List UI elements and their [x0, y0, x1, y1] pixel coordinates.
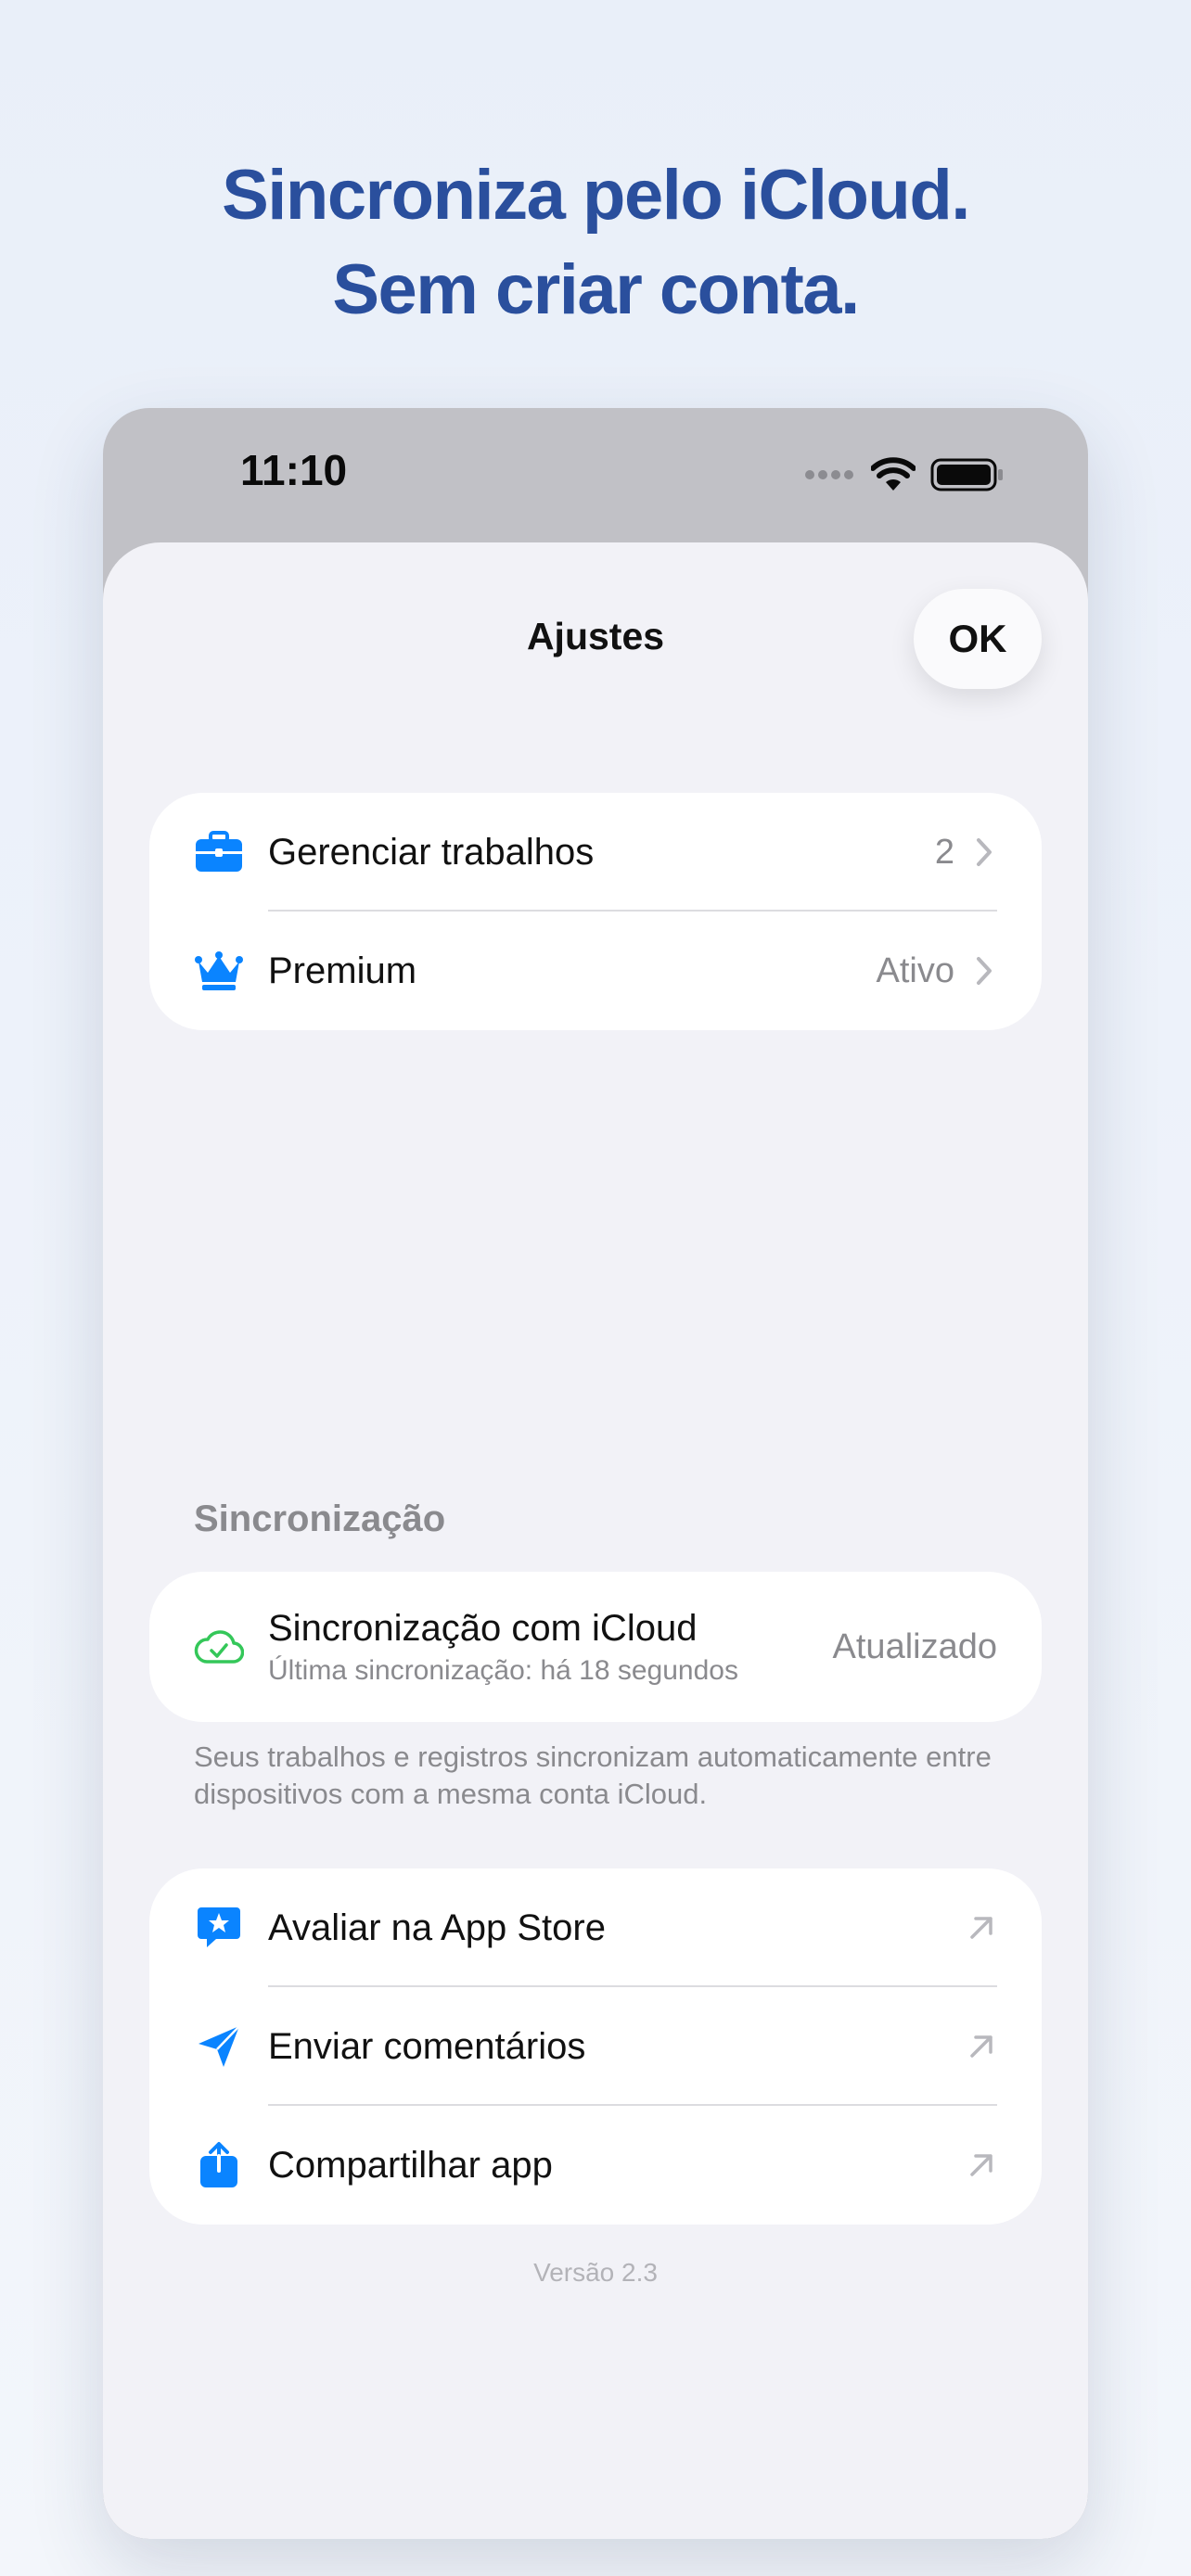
sync-title: Sincronização com iCloud — [268, 1607, 698, 1649]
headline: Sincroniza pelo iCloud. Sem criar conta. — [0, 148, 1191, 338]
row-premium[interactable]: Premium Ativo — [149, 912, 1042, 1030]
chevron-right-icon — [975, 952, 997, 989]
sync-status: Atualizado — [832, 1626, 997, 1666]
status-icons — [804, 454, 1005, 495]
row-label: Premium — [268, 950, 417, 991]
row-rate-app-store[interactable]: Avaliar na App Store — [149, 1868, 1042, 1987]
row-value: 2 — [934, 832, 954, 872]
external-arrow-icon — [966, 2149, 997, 2181]
signal-dots-icon — [805, 470, 853, 479]
headline-line-2: Sem criar conta. — [332, 250, 860, 329]
settings-group-main: Gerenciar trabalhos 2 Premium Ativo — [149, 793, 1042, 1030]
row-icloud-sync[interactable]: Sincronização com iCloud Última sincroni… — [149, 1572, 1042, 1722]
icloud-check-icon — [194, 1622, 244, 1672]
battery-icon — [930, 458, 1003, 491]
row-manage-jobs[interactable]: Gerenciar trabalhos 2 — [149, 793, 1042, 912]
wifi-icon — [871, 457, 916, 491]
share-icon — [194, 2140, 244, 2190]
settings-group-actions: Avaliar na App Store Enviar comentários — [149, 1868, 1042, 2225]
settings-sheet: Ajustes OK Gerenciar trabalhos 2 Premium… — [103, 542, 1088, 2539]
row-label: Enviar comentários — [268, 2025, 586, 2067]
paper-plane-icon — [194, 2021, 244, 2072]
external-arrow-icon — [966, 1912, 997, 1944]
sync-text: Sincronização com iCloud Última sincroni… — [268, 1608, 833, 1687]
headline-line-1: Sincroniza pelo iCloud. — [222, 156, 970, 235]
row-label: Compartilhar app — [268, 2144, 553, 2186]
version-label: Versão 2.3 — [533, 2258, 658, 2287]
row-send-feedback[interactable]: Enviar comentários — [149, 1987, 1042, 2106]
briefcase-icon — [194, 827, 244, 877]
sync-footer-note: Seus trabalhos e registros sincronizam a… — [194, 1741, 992, 1810]
chevron-right-icon — [975, 834, 997, 871]
external-arrow-icon — [966, 2031, 997, 2062]
row-label: Gerenciar trabalhos — [268, 831, 595, 873]
section-header-sync: Sincronização — [194, 1498, 446, 1539]
row-value: Ativo — [876, 950, 954, 990]
row-share-app[interactable]: Compartilhar app — [149, 2106, 1042, 2225]
crown-icon — [194, 946, 244, 996]
star-bubble-icon — [194, 1903, 244, 1953]
phone-frame: 11:10 Ajustes OK Gerenciar trabalhos 2 P… — [103, 408, 1088, 2539]
ok-button[interactable]: OK — [914, 589, 1042, 689]
status-time: 11:10 — [240, 446, 348, 494]
sync-subtitle: Última sincronização: há 18 segundos — [268, 1654, 738, 1686]
status-bar: 11:10 — [103, 408, 1088, 542]
settings-group-sync: Sincronização com iCloud Última sincroni… — [149, 1572, 1042, 1722]
row-label: Avaliar na App Store — [268, 1906, 606, 1948]
